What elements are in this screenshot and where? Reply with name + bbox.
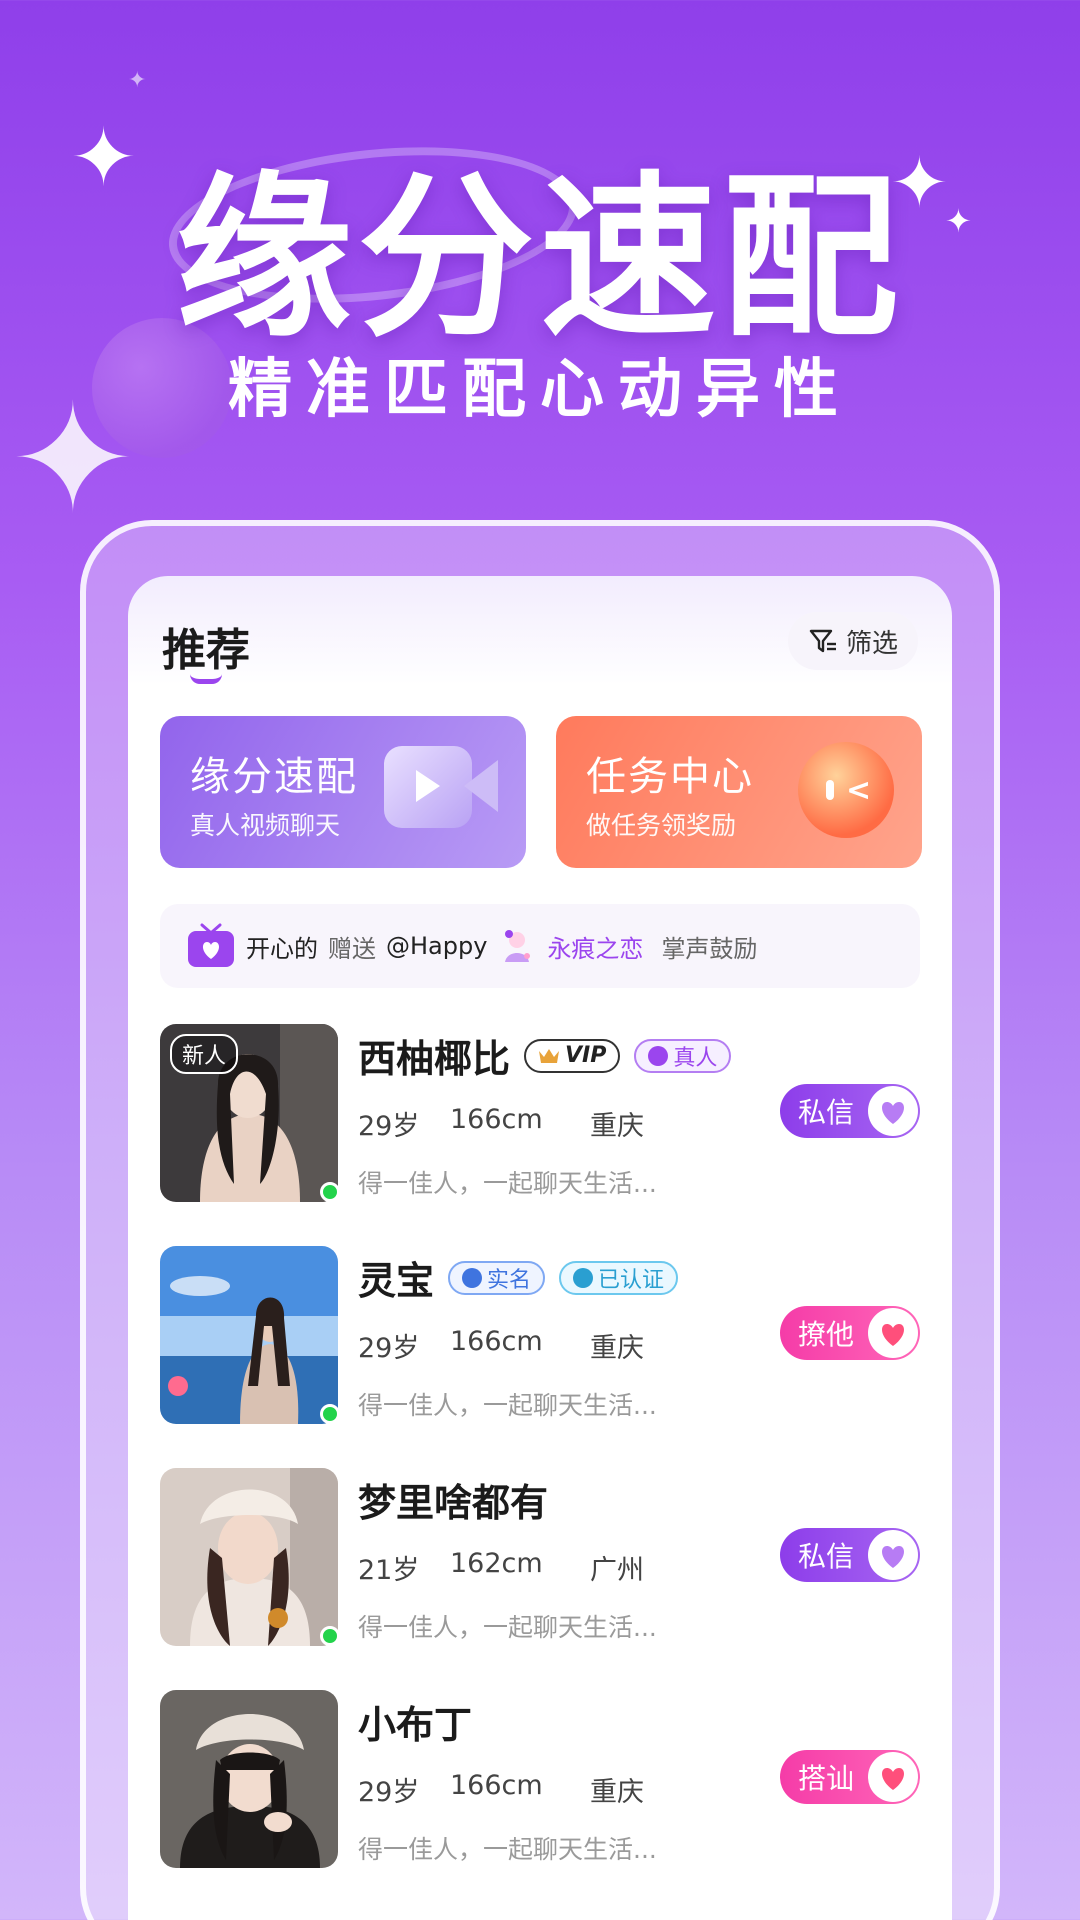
marquee-gift: 永痕之恋 [547,934,644,963]
tab-indicator [190,674,222,684]
user-height: 162cm [450,1548,543,1579]
online-indicator [320,1404,340,1424]
user-meta: 21岁 162cm 广州 [358,1548,644,1587]
online-indicator [320,1626,340,1646]
user-city: 重庆 [590,1777,644,1808]
user-city: 重庆 [590,1333,644,1364]
app-screen: 推荐 筛选 缘分速配 真人视频聊天 任务中心 做任务领奖励 < 开心的 赠送 @… [128,576,952,1920]
avatar[interactable] [160,1246,338,1424]
verified-real-badge: 真人 [634,1038,732,1073]
video-camera-icon [384,746,504,832]
user-name: 灵宝 [358,1259,435,1303]
marquee-target: @Happy [386,932,488,960]
marquee-user: 开心的 [246,934,318,963]
heart-icon [882,1546,904,1568]
task-center-card[interactable]: 任务中心 做任务领奖励 < [556,716,922,868]
flirt-button[interactable]: 撩他 [780,1306,920,1360]
real-name-badge: 实名 [448,1260,546,1295]
tab-recommend[interactable]: 推荐 [162,614,250,678]
hero-title: 缘分速配 [175,156,904,361]
avatar[interactable] [160,1690,338,1868]
avatar[interactable]: 新人 [160,1024,338,1202]
user-age: 21岁 [358,1555,420,1586]
sparkle-icon: ✦ [128,68,147,93]
id-icon [462,1267,483,1288]
user-intro: 得一佳人，一起聊天生活... [358,1835,657,1864]
user-list-item[interactable]: 小布丁 29岁 166cm 重庆 得一佳人，一起聊天生活... 搭讪 [160,1690,920,1912]
action-label: 私信 [798,1540,855,1573]
speed-match-title: 缘分速配 [190,754,358,800]
user-list-item[interactable]: 灵宝 实名 已认证 29岁 166cm 重庆 得一佳人，一起聊天生活... 撩他 [160,1246,920,1468]
user-intro: 得一佳人，一起聊天生活... [358,1391,657,1420]
marquee-suffix: 掌声鼓励 [661,934,758,963]
user-height: 166cm [450,1326,543,1357]
task-center-subtitle: 做任务领奖励 [586,811,737,840]
user-age: 29岁 [358,1777,420,1808]
user-intro: 得一佳人，一起聊天生活... [358,1613,657,1642]
user-age: 29岁 [358,1333,420,1364]
user-name: 梦里啥都有 [358,1481,549,1525]
user-list-item[interactable]: 新人 西柚椰比 VIP 真人 29岁 166cm 重庆 得一佳人，一起聊天生活.… [160,1024,920,1246]
new-user-tag: 新人 [170,1034,239,1074]
heart-icon [882,1324,904,1346]
v-check-icon [648,1045,669,1066]
user-name: 西柚椰比 [358,1037,511,1081]
message-button[interactable]: 私信 [780,1084,920,1138]
user-meta: 29岁 166cm 重庆 [358,1326,644,1365]
message-button[interactable]: 私信 [780,1528,920,1582]
task-center-title: 任务中心 [586,754,754,800]
user-city: 广州 [590,1555,644,1586]
user-meta: 29岁 166cm 重庆 [358,1104,644,1143]
greet-button[interactable]: 搭讪 [780,1750,920,1804]
user-meta: 29岁 166cm 重庆 [358,1770,644,1809]
user-height: 166cm [450,1770,543,1801]
user-intro: 得一佳人，一起聊天生活... [358,1169,657,1198]
v-check-icon [573,1267,594,1288]
avatar[interactable] [160,1468,338,1646]
heart-icon [882,1768,904,1790]
gift-marquee[interactable]: 开心的 赠送 @Happy 永痕之恋 掌声鼓励 [160,904,920,988]
hero-subtitle: 精准匹配心动异性 [228,353,852,427]
vip-badge: VIP [524,1038,621,1073]
speed-match-card[interactable]: 缘分速配 真人视频聊天 [160,716,526,868]
user-city: 重庆 [590,1111,644,1142]
user-list: 新人 西柚椰比 VIP 真人 29岁 166cm 重庆 得一佳人，一起聊天生活.… [160,1024,920,1912]
heart-icon [882,1102,904,1124]
filter-label: 筛选 [845,628,898,659]
marquee-action: 赠送 [328,934,376,963]
gift-figure-icon [505,930,531,962]
filter-icon [809,629,836,653]
user-name: 小布丁 [358,1703,473,1747]
crown-icon [539,1048,560,1063]
filter-button[interactable]: 筛选 [787,612,918,670]
action-label: 撩他 [798,1318,855,1351]
user-list-item[interactable]: 梦里啥都有 21岁 162cm 广州 得一佳人，一起聊天生活... 私信 [160,1468,920,1690]
certified-badge: 已认证 [559,1260,679,1295]
user-age: 29岁 [358,1111,420,1142]
tv-heart-icon [188,923,234,967]
action-label: 搭讪 [798,1762,855,1795]
action-label: 私信 [798,1096,855,1129]
online-indicator [320,1182,340,1202]
user-height: 166cm [450,1104,543,1135]
speed-match-subtitle: 真人视频聊天 [190,811,341,840]
chat-bubble-icon: < [798,742,894,838]
